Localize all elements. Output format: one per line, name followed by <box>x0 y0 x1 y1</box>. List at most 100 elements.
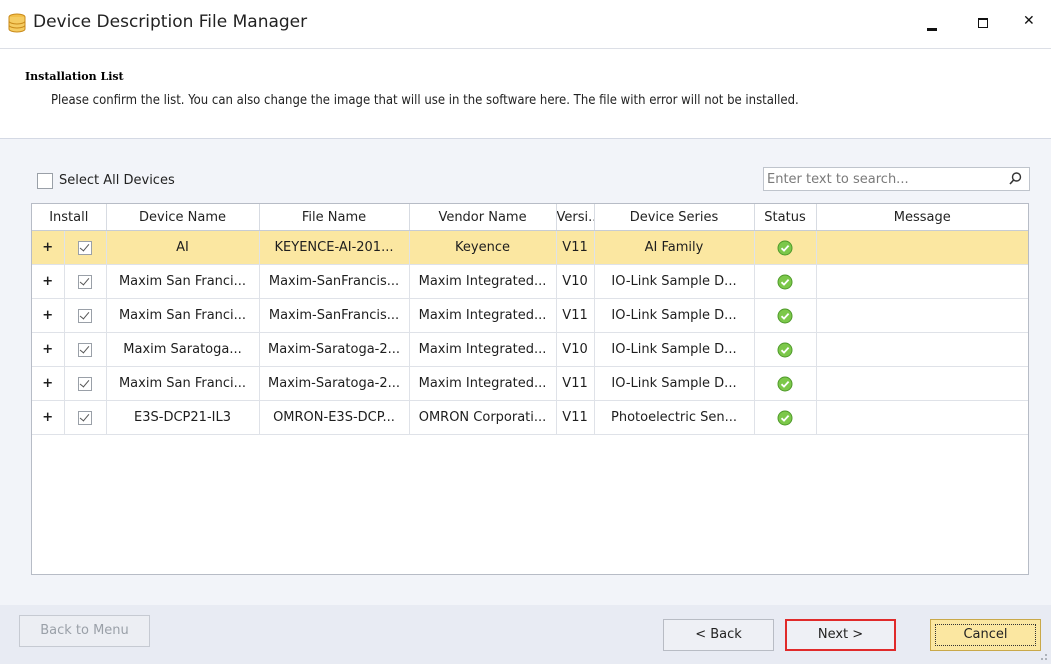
install-cell[interactable] <box>64 264 107 299</box>
install-cell[interactable] <box>64 230 107 265</box>
grid-header-row: Install Device Name File Name Vendor Nam… <box>32 204 1029 231</box>
resize-grip-icon[interactable] <box>1038 651 1048 661</box>
install-cell[interactable] <box>64 400 107 435</box>
device-series-cell: Photoelectric Sen... <box>594 400 755 435</box>
column-header-message[interactable]: Message <box>816 204 1029 231</box>
version-cell: V11 <box>556 230 595 265</box>
checkbox-checked-icon[interactable] <box>78 274 92 289</box>
status-ok-icon <box>777 240 793 255</box>
install-cell[interactable] <box>64 298 107 333</box>
status-ok-icon <box>777 274 793 289</box>
column-header-status[interactable]: Status <box>754 204 817 231</box>
expand-button[interactable]: + <box>32 264 65 299</box>
header-area: Installation List Please confirm the lis… <box>0 49 1051 138</box>
vendor-name-cell: Keyence <box>409 230 557 265</box>
message-cell <box>816 230 1029 265</box>
file-name-cell: KEYENCE-AI-201... <box>259 230 410 265</box>
device-name-cell: Maxim San Franci... <box>106 298 260 333</box>
vendor-name-cell: Maxim Integrated... <box>409 366 557 401</box>
select-all-label: Select All Devices <box>59 173 175 188</box>
database-icon <box>8 13 26 33</box>
footer-bar: Back to Menu < Back Next > Cancel <box>0 605 1051 664</box>
window-title: Device Description File Manager <box>33 12 308 32</box>
select-all-checkbox[interactable]: Select All Devices <box>37 173 175 191</box>
file-name-cell: Maxim-SanFrancis... <box>259 298 410 333</box>
status-ok-icon <box>777 376 793 391</box>
expand-button[interactable]: + <box>32 230 65 265</box>
checkbox-checked-icon[interactable] <box>78 240 92 255</box>
vendor-name-cell: Maxim Integrated... <box>409 264 557 299</box>
back-to-menu-button[interactable]: Back to Menu <box>19 615 150 647</box>
message-cell <box>816 332 1029 367</box>
next-button[interactable]: Next > <box>785 619 896 651</box>
file-name-cell: Maxim-Saratoga-2... <box>259 332 410 367</box>
vendor-name-cell: OMRON Corporati... <box>409 400 557 435</box>
device-name-cell: Maxim Saratoga... <box>106 332 260 367</box>
status-ok-icon <box>777 342 793 357</box>
content-panel: Select All Devices Install Device Name F… <box>0 138 1051 606</box>
version-cell: V11 <box>556 298 595 333</box>
checkbox-checked-icon[interactable] <box>78 376 92 391</box>
file-name-cell: Maxim-SanFrancis... <box>259 264 410 299</box>
version-cell: V11 <box>556 366 595 401</box>
section-description: Please confirm the list. You can also ch… <box>51 93 799 108</box>
close-icon: ✕ <box>1023 13 1035 29</box>
file-name-cell: Maxim-Saratoga-2... <box>259 366 410 401</box>
checkbox-icon[interactable] <box>37 173 53 189</box>
checkbox-checked-icon[interactable] <box>78 342 92 357</box>
status-cell <box>754 230 817 265</box>
status-cell <box>754 366 817 401</box>
maximize-button[interactable] <box>964 8 1004 38</box>
version-cell: V11 <box>556 400 595 435</box>
status-cell <box>754 298 817 333</box>
checkbox-checked-icon[interactable] <box>78 410 92 425</box>
device-name-cell: Maxim San Franci... <box>106 264 260 299</box>
expand-button[interactable]: + <box>32 400 65 435</box>
close-button[interactable]: ✕ <box>1010 8 1050 38</box>
minimize-button[interactable] <box>914 8 954 38</box>
expand-button[interactable]: + <box>32 298 65 333</box>
table-row[interactable]: + Maxim San Franci... Maxim-SanFrancis..… <box>32 264 1029 299</box>
table-row[interactable]: + AI KEYENCE-AI-201... Keyence V11 AI Fa… <box>32 230 1029 265</box>
column-header-install[interactable]: Install <box>32 204 107 231</box>
table-row[interactable]: + E3S-DCP21-IL3 OMRON-E3S-DCP... OMRON C… <box>32 400 1029 435</box>
install-cell[interactable] <box>64 366 107 401</box>
device-name-cell: AI <box>106 230 260 265</box>
title-bar: Device Description File Manager ✕ <box>0 0 1051 49</box>
device-series-cell: AI Family <box>594 230 755 265</box>
search-icon[interactable] <box>1007 171 1023 187</box>
status-cell <box>754 400 817 435</box>
checkbox-checked-icon[interactable] <box>78 308 92 323</box>
install-cell[interactable] <box>64 332 107 367</box>
device-series-cell: IO-Link Sample D... <box>594 264 755 299</box>
device-name-cell: E3S-DCP21-IL3 <box>106 400 260 435</box>
column-header-file-name[interactable]: File Name <box>259 204 410 231</box>
column-header-version[interactable]: Versi... <box>556 204 595 231</box>
expand-button[interactable]: + <box>32 332 65 367</box>
expand-button[interactable]: + <box>32 366 65 401</box>
device-series-cell: IO-Link Sample D... <box>594 332 755 367</box>
status-cell <box>754 332 817 367</box>
search-box[interactable] <box>763 167 1030 191</box>
table-row[interactable]: + Maxim Saratoga... Maxim-Saratoga-2... … <box>32 332 1029 367</box>
column-header-vendor-name[interactable]: Vendor Name <box>409 204 557 231</box>
message-cell <box>816 298 1029 333</box>
installation-grid[interactable]: Install Device Name File Name Vendor Nam… <box>31 203 1029 575</box>
cancel-label: Cancel <box>963 627 1008 642</box>
table-row[interactable]: + Maxim San Franci... Maxim-Saratoga-2..… <box>32 366 1029 401</box>
column-header-device-series[interactable]: Device Series <box>594 204 755 231</box>
vendor-name-cell: Maxim Integrated... <box>409 332 557 367</box>
column-header-device-name[interactable]: Device Name <box>106 204 260 231</box>
grid-table: Install Device Name File Name Vendor Nam… <box>32 204 1029 435</box>
cancel-button[interactable]: Cancel <box>930 619 1041 651</box>
section-title: Installation List <box>25 70 124 83</box>
search-input[interactable] <box>767 169 997 189</box>
status-ok-icon <box>777 308 793 323</box>
version-cell: V10 <box>556 332 595 367</box>
device-name-cell: Maxim San Franci... <box>106 366 260 401</box>
message-cell <box>816 264 1029 299</box>
table-row[interactable]: + Maxim San Franci... Maxim-SanFrancis..… <box>32 298 1029 333</box>
device-series-cell: IO-Link Sample D... <box>594 366 755 401</box>
status-cell <box>754 264 817 299</box>
back-button[interactable]: < Back <box>663 619 774 651</box>
